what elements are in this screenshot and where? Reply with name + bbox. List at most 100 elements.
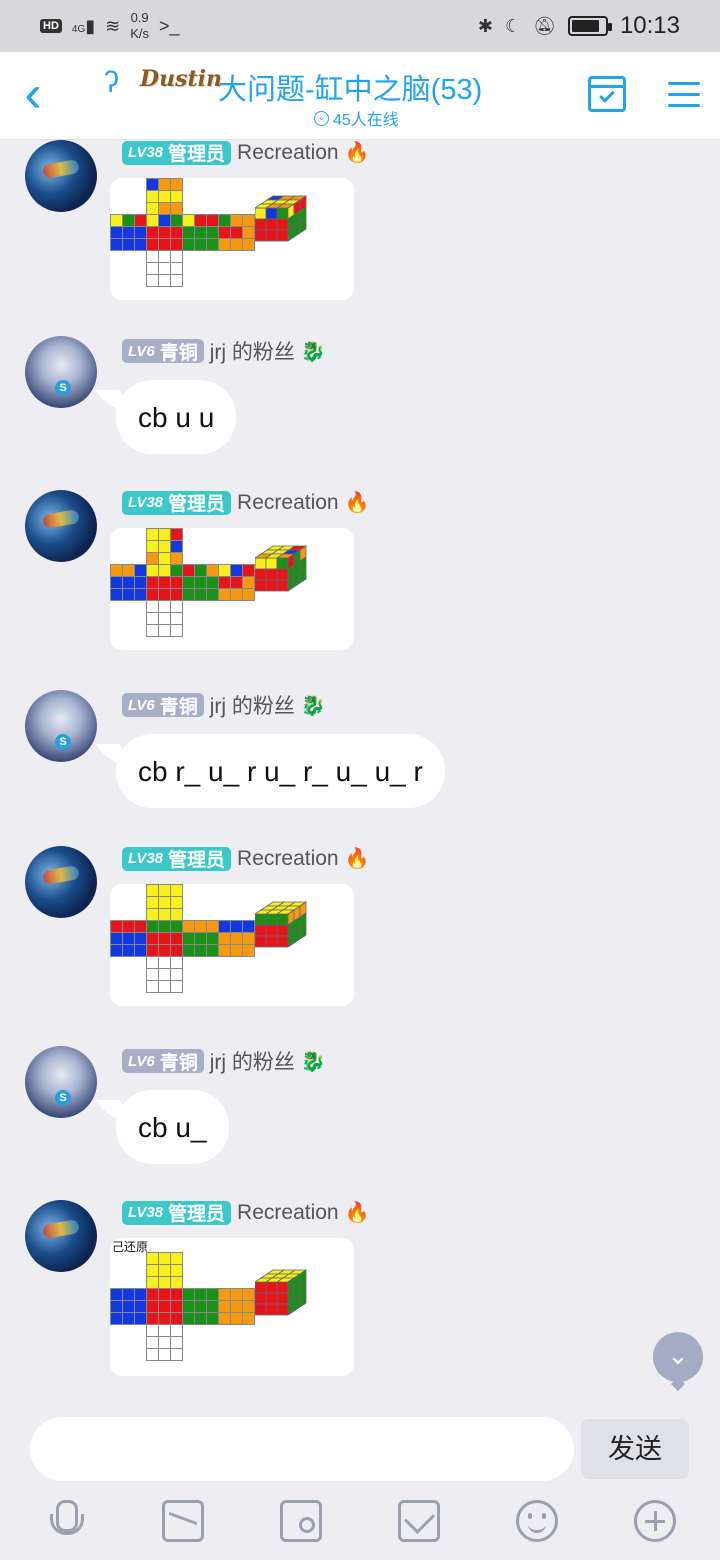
cube-sticker [265, 913, 278, 926]
microphone-icon[interactable] [44, 1500, 86, 1542]
member-title: 青铜 [159, 1052, 198, 1074]
cube-sticker [147, 1325, 158, 1336]
sender-name[interactable]: jrj 的粉丝 [210, 336, 295, 366]
cube-sticker [147, 909, 158, 920]
cube-sticker [159, 957, 170, 968]
cube-sticker [159, 239, 170, 250]
menu-icon[interactable] [668, 82, 700, 108]
cube-sticker [159, 613, 170, 624]
cube-sticker [159, 191, 170, 202]
avatar[interactable] [25, 336, 97, 408]
message-bubble[interactable]: cb u u [116, 380, 237, 454]
online-count[interactable]: ⌄ 45人在线 [314, 106, 399, 130]
cube-sticker [147, 613, 158, 624]
avatar[interactable] [25, 490, 97, 562]
sender-name[interactable]: Recreation [237, 141, 339, 165]
red-packet-icon[interactable] [398, 1500, 440, 1542]
sender-name[interactable]: jrj 的粉丝 [210, 690, 295, 720]
cube-sticker [207, 565, 218, 576]
cube-sticker [255, 935, 267, 948]
cube-face [218, 920, 255, 957]
cube-sticker [183, 921, 194, 932]
cube-face [146, 1252, 183, 1289]
cube-sticker [255, 1292, 267, 1305]
avatar[interactable] [25, 140, 97, 212]
back-icon[interactable]: ‹ [8, 68, 58, 120]
terminal-icon: >_ [159, 15, 180, 36]
cube-sticker [171, 227, 182, 238]
cube-sticker [147, 921, 158, 932]
cube-sticker [135, 1313, 146, 1324]
cube-sticker [171, 529, 182, 540]
chevron-down-icon: ⌄ [667, 1340, 689, 1370]
sender-meta: LV38 管理员 Recreation 🔥 [122, 846, 370, 871]
cube-sticker [111, 577, 122, 588]
cube-sticker [243, 589, 254, 600]
plus-icon[interactable] [634, 1500, 676, 1542]
clock: 10:13 [619, 12, 680, 39]
ear-icon[interactable]: ʔ [104, 66, 119, 100]
sender-meta: LV6 青铜 jrj 的粉丝 🐉 [122, 336, 326, 366]
cube-sticker [147, 1289, 158, 1300]
cube-sticker [159, 921, 170, 932]
cube-sticker [159, 981, 170, 992]
message-bubble[interactable]: cb r_ u_ r u_ r_ u_ u_ r [116, 734, 445, 808]
cube-sticker [111, 215, 122, 226]
sender-name[interactable]: Recreation [237, 847, 339, 871]
cube-sticker [183, 933, 194, 944]
cube-sticker [195, 1289, 206, 1300]
cube-sticker [171, 251, 182, 262]
cube-sticker [147, 945, 158, 956]
calendar-check-icon[interactable] [588, 76, 626, 112]
cube-sticker [231, 1313, 242, 1324]
cube-sticker [147, 275, 158, 286]
cube-sticker [276, 207, 289, 220]
sender-name[interactable]: Recreation [237, 491, 339, 515]
group-title[interactable]: 大问题-缸中之脑(53) [218, 66, 482, 108]
cube-sticker [159, 1313, 170, 1324]
cube-sticker [219, 577, 230, 588]
bluetooth-icon: ✱ [477, 15, 493, 36]
sender-meta: LV38 管理员 Recreation 🔥 [122, 1200, 370, 1225]
cube-sticker [207, 1289, 218, 1300]
cube-sticker [159, 1349, 170, 1360]
avatar[interactable] [25, 1200, 97, 1272]
cube-3d-view [255, 545, 308, 592]
send-button[interactable]: 发送 [581, 1419, 689, 1479]
input-bar: 发送 [0, 1400, 720, 1560]
avatar[interactable] [25, 846, 97, 918]
emoji-icon[interactable] [516, 1500, 558, 1542]
cube-face [110, 1288, 147, 1325]
cube-face [218, 214, 255, 251]
sender-name[interactable]: jrj 的粉丝 [210, 1046, 295, 1076]
cube-sticker [231, 565, 242, 576]
avatar[interactable] [25, 1046, 97, 1118]
chat-header: ‹ ʔ Dustin 大问题-缸中之脑(53) ⌄ 45人在线 [0, 52, 720, 140]
cube-sticker [111, 227, 122, 238]
avatar[interactable] [25, 690, 97, 762]
sender-name[interactable]: Recreation [237, 1201, 339, 1225]
cube-image[interactable] [110, 884, 354, 1006]
image-icon[interactable] [162, 1500, 204, 1542]
camera-icon[interactable] [280, 1500, 322, 1542]
cube-image[interactable] [110, 178, 354, 300]
chat-message: LV6青铜jrj 的粉丝🐉cb r_ u_ r u_ r_ u_ u_ r [0, 690, 720, 808]
image-caption: 己还原 [112, 1240, 149, 1254]
cube-sticker [207, 945, 218, 956]
message-bubble[interactable]: cb u_ [116, 1090, 229, 1164]
cube-sticker [135, 577, 146, 588]
cube-sticker [171, 1265, 182, 1276]
cube-image[interactable]: 己还原 [110, 1238, 354, 1376]
cube-sticker [231, 589, 242, 600]
message-input[interactable] [30, 1417, 574, 1481]
cube-image[interactable] [110, 528, 354, 650]
cube-sticker [147, 601, 158, 612]
cube-face [146, 600, 183, 637]
cube-sticker [171, 909, 182, 920]
scroll-down-button[interactable]: ⌄ [653, 1332, 703, 1382]
cube-sticker [111, 565, 122, 576]
cube-sticker [147, 263, 158, 274]
cube-sticker [183, 215, 194, 226]
cube-face [146, 920, 183, 957]
cube-sticker [147, 203, 158, 214]
